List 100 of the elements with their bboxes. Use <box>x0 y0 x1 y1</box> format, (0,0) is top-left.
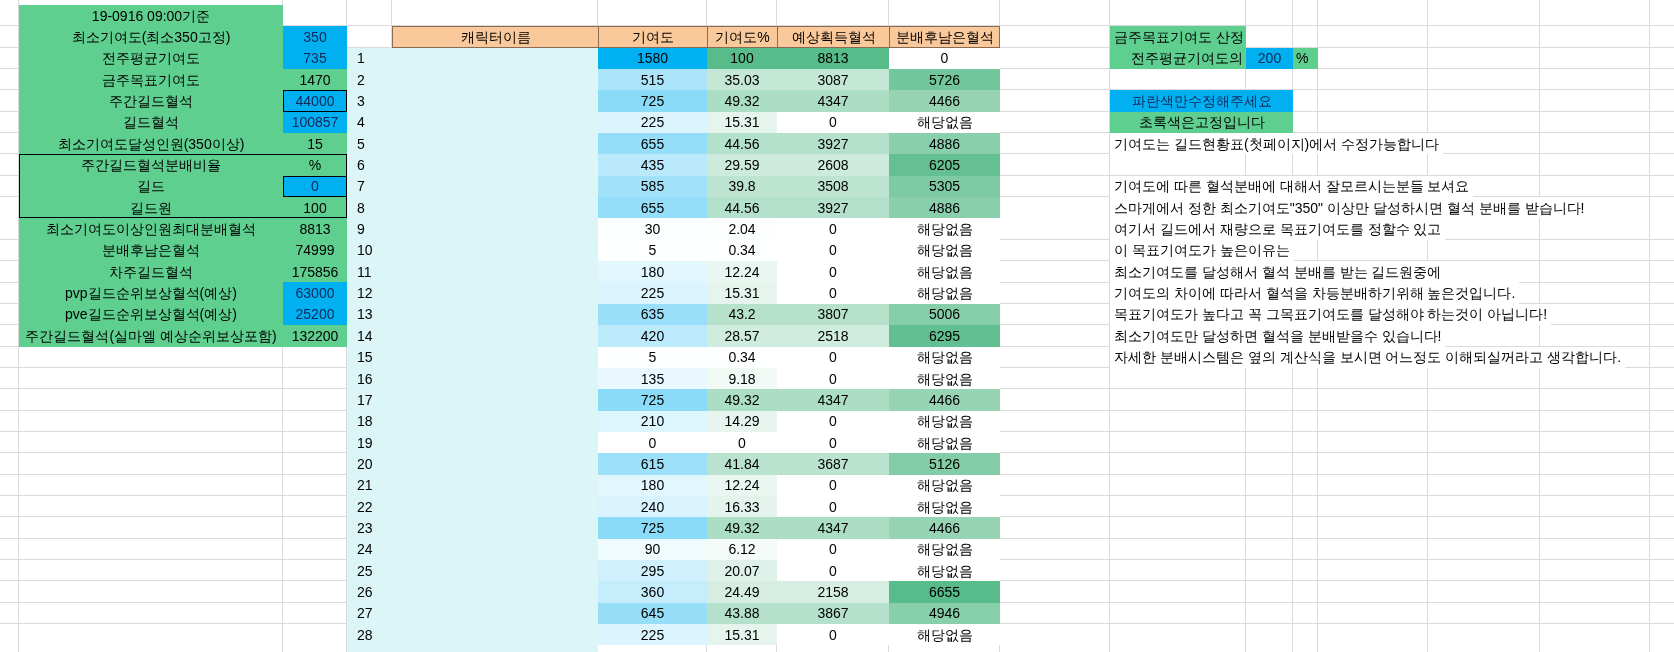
value-cell: 100857 <box>283 111 347 134</box>
table-cell: 0 <box>777 474 889 496</box>
column-header: 기여도 <box>598 26 707 48</box>
table-cell: 20.07 <box>707 559 777 582</box>
value-cell: 175856 <box>283 261 347 283</box>
table-cell: 12.24 <box>707 261 777 283</box>
table-cell: 3807 <box>777 303 889 326</box>
row-number: 10 <box>356 241 374 261</box>
table-cell: 6205 <box>889 154 1000 176</box>
table-cell: 29.59 <box>707 154 777 176</box>
field-label: 최소기여도이상인원최대분배혈석 <box>19 218 283 240</box>
table-cell: 4466 <box>889 90 1000 112</box>
value-cell: 63000 <box>283 282 347 304</box>
table-cell: 5 <box>598 346 707 368</box>
legend-note: 초록색은고정입니다 <box>1110 111 1293 134</box>
table-cell: 725 <box>598 90 707 112</box>
table-cell: 해당없음 <box>889 495 1000 518</box>
table-cell: 4946 <box>889 602 1000 624</box>
value-cell: 735 <box>283 47 347 70</box>
table-cell: 35.03 <box>707 69 777 91</box>
table-cell: 210 <box>598 410 707 432</box>
row-number: 16 <box>356 369 374 389</box>
table-cell: 해당없음 <box>889 282 1000 304</box>
table-cell: 5726 <box>889 69 1000 91</box>
row-number: 21 <box>356 476 374 496</box>
table-cell: 15.31 <box>707 623 777 646</box>
row-number: 23 <box>356 518 374 538</box>
table-cell: 655 <box>598 197 707 219</box>
table-cell: 0 <box>598 431 707 454</box>
table-cell: 585 <box>598 175 707 198</box>
row-number: 26 <box>356 582 374 602</box>
field-label: 차주길드혈석 <box>19 261 283 283</box>
table-cell: 해당없음 <box>889 474 1000 496</box>
note-text: 기여도의 차이에 따라서 혈석을 차등분배하기위해 높은것입니다. <box>1110 282 1520 304</box>
table-cell: 해당없음 <box>889 559 1000 582</box>
table-cell: 16.33 <box>707 495 777 518</box>
table-cell: 0 <box>777 346 889 368</box>
table-cell: 41.84 <box>707 453 777 475</box>
note-text: 여기서 길드에서 재량으로 목표기여도를 정할수 있고 <box>1110 218 1446 240</box>
value-cell: 25200 <box>283 303 347 326</box>
table-cell: 360 <box>598 581 707 603</box>
note-text: 목표기여도가 높다고 꼭 그목표기여도를 달성해야 하는것이 아닙니다! <box>1110 303 1552 326</box>
table-cell: 14.29 <box>707 410 777 432</box>
value-cell: 100 <box>283 197 347 219</box>
row-number: 4 <box>356 113 366 133</box>
table-cell: 9.18 <box>707 367 777 390</box>
table-cell: 39.8 <box>707 175 777 198</box>
table-cell: 5305 <box>889 175 1000 198</box>
table-cell: 180 <box>598 261 707 283</box>
table-cell: 6.12 <box>707 538 777 560</box>
value-cell: 15 <box>283 133 347 155</box>
field-label: 분배후남은혈석 <box>19 239 283 262</box>
column-header: 기여도% <box>707 26 777 48</box>
table-cell: 725 <box>598 389 707 411</box>
row-number: 6 <box>356 156 366 176</box>
table-cell: 44.56 <box>707 133 777 155</box>
table-cell: 3927 <box>777 133 889 155</box>
table-cell: 295 <box>598 559 707 582</box>
table-cell: 135 <box>598 367 707 390</box>
table-cell: 5 <box>598 239 707 262</box>
row-number: 8 <box>356 198 366 218</box>
row-number: 13 <box>356 305 374 325</box>
row-number: 11 <box>356 262 373 282</box>
table-cell: 645 <box>598 602 707 624</box>
table-cell: 2158 <box>777 581 889 603</box>
column-header: 분배후남은혈석 <box>889 26 1000 48</box>
table-cell: 3867 <box>777 602 889 624</box>
table-cell: 3087 <box>777 69 889 91</box>
table-cell: 5006 <box>889 303 1000 326</box>
field-label: 주간길드혈석(실마엘 예상순위보상포함) <box>19 325 283 347</box>
table-cell: 0 <box>889 47 1000 70</box>
table-cell: 3927 <box>777 197 889 219</box>
table-cell: 3508 <box>777 175 889 198</box>
value-cell: 200 <box>1246 47 1293 70</box>
table-cell: 2.04 <box>707 218 777 240</box>
value-cell: 44000 <box>283 90 347 112</box>
table-cell: 180 <box>598 474 707 496</box>
table-cell: 4466 <box>889 389 1000 411</box>
table-cell: 515 <box>598 69 707 91</box>
table-cell: 3687 <box>777 453 889 475</box>
table-cell: 해당없음 <box>889 218 1000 240</box>
table-cell: 0 <box>777 559 889 582</box>
field-label: 길드 <box>19 175 283 198</box>
table-cell: 90 <box>598 538 707 560</box>
value-cell: % <box>283 154 347 176</box>
field-label: 길드원 <box>19 197 283 219</box>
table-cell: 725 <box>598 517 707 539</box>
table-cell: 0.34 <box>707 239 777 262</box>
value-cell: 0 <box>283 175 347 198</box>
row-number: 20 <box>356 454 374 474</box>
value-cell: 8813 <box>283 218 347 240</box>
table-cell: 0 <box>777 282 889 304</box>
note-text: 자세한 분배시스템은 옆의 계산식을 보시면 어느정도 이해되실꺼라고 생각합니다. <box>1110 346 1626 368</box>
note-text: 기여도는 길드현황표(첫페이지)에서 수정가능합니다 <box>1110 133 1444 155</box>
table-cell: 해당없음 <box>889 538 1000 560</box>
legend-note: 파란색만수정해주세요 <box>1110 90 1293 112</box>
table-cell: 1580 <box>598 47 707 70</box>
field-label: pvp길드순위보상혈석(예상) <box>19 282 283 304</box>
table-cell: 30 <box>598 218 707 240</box>
table-cell: 49.32 <box>707 90 777 112</box>
